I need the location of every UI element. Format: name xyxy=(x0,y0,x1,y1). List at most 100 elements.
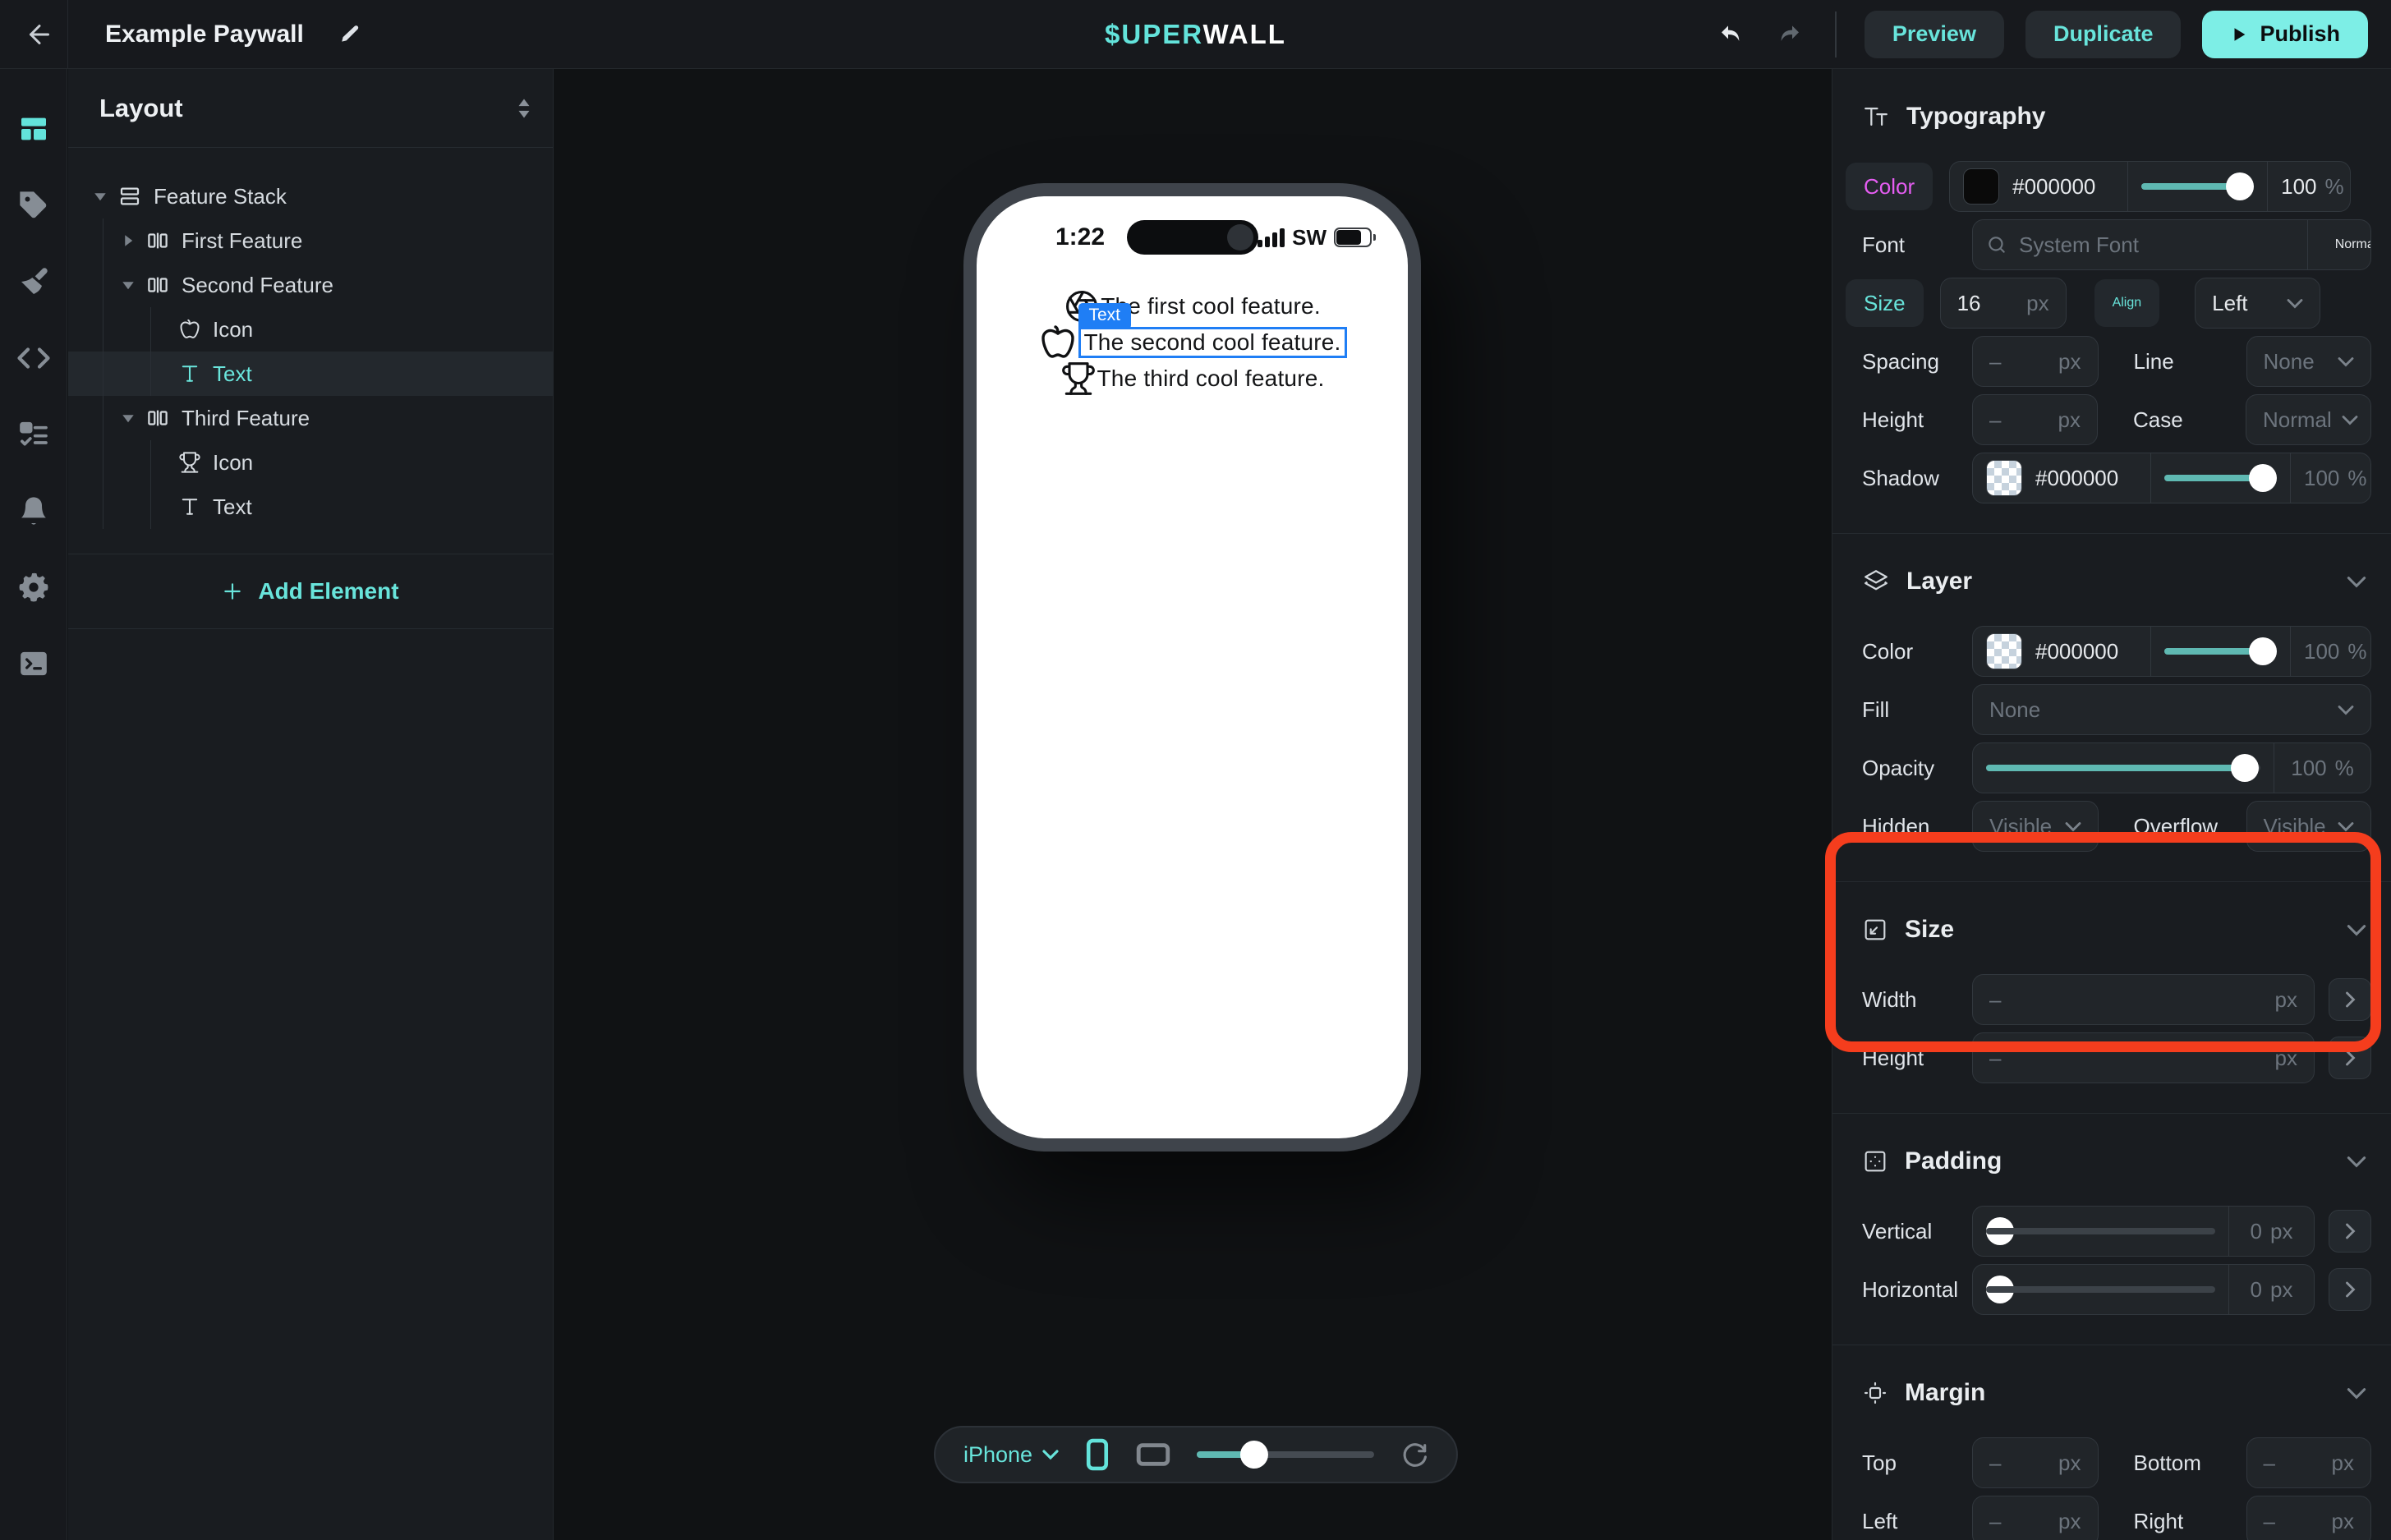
tree-item-text-selected[interactable]: Text xyxy=(68,352,553,396)
width-expand-button[interactable] xyxy=(2329,978,2371,1021)
font-size-input[interactable]: 16 px xyxy=(1940,278,2067,329)
collapse-section-button[interactable] xyxy=(2347,576,2366,588)
case-select[interactable]: Normal xyxy=(2246,394,2371,445)
shadow-row: Shadow #000000 100% xyxy=(1862,453,2371,503)
gear-icon xyxy=(17,571,50,604)
chevron-down-icon xyxy=(2338,705,2354,715)
feature-text: The first cool feature. xyxy=(1101,293,1321,319)
color-opacity-value[interactable]: 100% xyxy=(2267,162,2351,211)
tree-item-icon[interactable]: Icon xyxy=(68,307,553,352)
margin-top-input[interactable]: – px xyxy=(1972,1437,2099,1488)
slider-knob[interactable] xyxy=(1240,1441,1268,1469)
collapse-section-button[interactable] xyxy=(2347,924,2366,936)
tree-item-third-feature[interactable]: Third Feature xyxy=(68,396,553,440)
columns-icon xyxy=(145,406,170,430)
shadow-opacity-slider[interactable] xyxy=(2150,453,2290,503)
publish-button[interactable]: Publish xyxy=(2202,11,2368,58)
device-select[interactable]: iPhone xyxy=(963,1442,1059,1468)
layer-color-hex-field[interactable]: #000000 xyxy=(1973,627,2150,676)
letter-spacing-input[interactable]: – px xyxy=(1972,336,2099,387)
landscape-mode-button[interactable] xyxy=(1136,1442,1170,1467)
sort-toggle[interactable] xyxy=(515,98,533,119)
padding-horizontal-expand-button[interactable] xyxy=(2329,1268,2371,1311)
edit-title-button[interactable] xyxy=(332,16,368,53)
align-select[interactable]: Left xyxy=(2195,278,2320,329)
fill-select[interactable]: None xyxy=(1972,684,2371,735)
color-opacity-slider[interactable] xyxy=(2127,162,2267,211)
layer-color-opacity-slider[interactable] xyxy=(2150,627,2290,676)
shadow-hex-field[interactable]: #000000 xyxy=(1973,453,2150,503)
color-swatch[interactable] xyxy=(1963,168,1999,205)
selected-element-outline[interactable]: Text The second cool feature. xyxy=(1078,327,1347,358)
refresh-button[interactable] xyxy=(1400,1441,1428,1469)
padding-vertical-slider[interactable] xyxy=(1973,1207,2228,1256)
section-title: Typography xyxy=(1906,103,2045,131)
layers-icon xyxy=(1862,568,1890,595)
feature-row-3[interactable]: The third cool feature. xyxy=(1060,361,1325,397)
rail-item-checklist[interactable] xyxy=(16,417,51,452)
caret-down-icon[interactable] xyxy=(119,278,137,292)
color-hex-field[interactable]: #000000 xyxy=(1950,162,2127,211)
shadow-swatch[interactable] xyxy=(1986,460,2022,496)
tree-item-text[interactable]: Text xyxy=(68,485,553,529)
chevron-down-icon xyxy=(2342,415,2358,425)
preview-button[interactable]: Preview xyxy=(1865,11,2004,58)
margin-left-input[interactable]: – px xyxy=(1972,1496,2099,1540)
tree-item-first-feature[interactable]: First Feature xyxy=(68,218,553,263)
tree-item-feature-stack[interactable]: Feature Stack xyxy=(68,174,553,218)
add-element-button[interactable]: Add Element xyxy=(222,578,398,605)
signal-icon xyxy=(1258,228,1285,247)
shadow-opacity-value[interactable]: 100% xyxy=(2290,453,2371,503)
layer-color-opacity-value[interactable]: 100% xyxy=(2290,627,2371,676)
rail-item-products[interactable] xyxy=(16,188,51,223)
padding-horizontal-slider[interactable] xyxy=(1973,1265,2228,1314)
dynamic-island xyxy=(1127,220,1258,255)
rail-item-console[interactable] xyxy=(16,646,51,681)
typography-icon xyxy=(1862,103,1890,131)
rail-item-layout[interactable] xyxy=(16,112,51,146)
caret-right-icon[interactable] xyxy=(119,233,137,248)
opacity-value[interactable]: 100% xyxy=(2274,743,2370,793)
collapse-section-button[interactable] xyxy=(2347,1156,2366,1168)
padding-horizontal-value[interactable]: 0px xyxy=(2228,1265,2314,1314)
rail-item-notifications[interactable] xyxy=(16,494,51,528)
tree-item-icon[interactable]: Icon xyxy=(68,440,553,485)
back-button[interactable] xyxy=(21,16,57,53)
layer-color-swatch[interactable] xyxy=(1986,633,2022,669)
sort-arrows-icon xyxy=(515,98,533,119)
portrait-mode-button[interactable] xyxy=(1085,1438,1110,1471)
redo-button[interactable] xyxy=(1771,16,1807,53)
height-expand-button[interactable] xyxy=(2329,1037,2371,1079)
font-weight-select[interactable]: Normal xyxy=(2307,220,2371,269)
padding-vertical-expand-button[interactable] xyxy=(2329,1210,2371,1253)
zoom-slider[interactable] xyxy=(1197,1441,1374,1469)
collapse-section-button[interactable] xyxy=(2347,1387,2366,1400)
margin-bottom-input[interactable]: – px xyxy=(2246,1437,2372,1488)
margin-right-input[interactable]: – px xyxy=(2246,1496,2372,1540)
rail-item-styles[interactable] xyxy=(16,264,51,299)
layer-color-row: Color #000000 100% xyxy=(1862,626,2371,677)
size-label-pill[interactable]: Size xyxy=(1846,279,1924,327)
chevron-down-icon xyxy=(2347,924,2366,936)
padding-vertical-value[interactable]: 0px xyxy=(2228,1207,2314,1256)
overflow-select[interactable]: Visible xyxy=(2246,801,2372,852)
feature-row-2-selected[interactable]: Text The second cool feature. xyxy=(1038,324,1347,361)
line-height-input[interactable]: – px xyxy=(1972,394,2098,445)
align-label-pill[interactable]: Align xyxy=(2094,279,2160,327)
undo-button[interactable] xyxy=(1713,16,1750,53)
line-select[interactable]: None xyxy=(2246,336,2372,387)
caret-down-icon[interactable] xyxy=(91,189,109,204)
chevron-right-icon xyxy=(2345,991,2356,1008)
caret-down-icon[interactable] xyxy=(119,411,137,425)
width-input[interactable]: – px xyxy=(1972,974,2315,1025)
opacity-slider[interactable] xyxy=(1973,743,2274,793)
status-bar: 1:22 SW xyxy=(977,218,1408,257)
color-label-pill[interactable]: Color xyxy=(1846,163,1933,210)
height-input[interactable]: – px xyxy=(1972,1032,2315,1083)
duplicate-button[interactable]: Duplicate xyxy=(2025,11,2182,58)
hidden-select[interactable]: Visible xyxy=(1972,801,2099,852)
rail-item-settings[interactable] xyxy=(16,570,51,605)
font-search-input[interactable] xyxy=(2019,232,2294,258)
rail-item-code[interactable] xyxy=(16,341,51,375)
tree-item-second-feature[interactable]: Second Feature xyxy=(68,263,553,307)
